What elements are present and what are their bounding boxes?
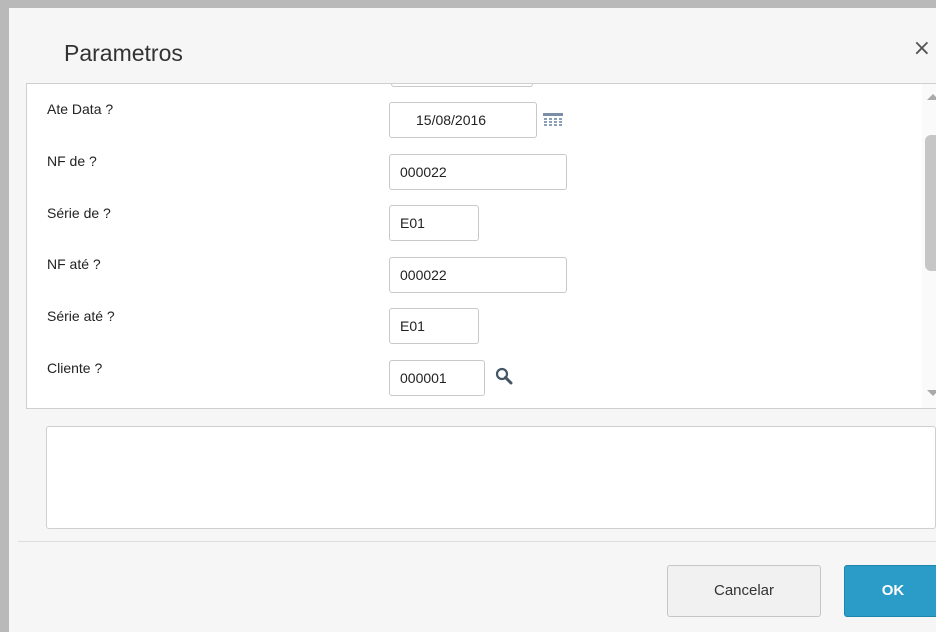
parameters-dialog: Parametros × Ate Data ? 15/08/2016 NF de… [0, 0, 936, 632]
form-scrollbar[interactable] [922, 84, 936, 408]
nf-de-label: NF de ? [47, 153, 97, 169]
cliente-label: Cliente ? [47, 360, 103, 376]
scroll-up-arrow-icon[interactable] [927, 94, 936, 100]
ate-data-label: Ate Data ? [47, 101, 114, 117]
nf-ate-label: NF até ? [47, 256, 101, 272]
serie-de-field[interactable]: E01 [389, 205, 479, 241]
ate-data-field[interactable]: 15/08/2016 [389, 102, 537, 138]
serie-ate-field[interactable]: E01 [389, 308, 479, 344]
nf-de-field[interactable]: 000022 [389, 154, 567, 190]
cancel-button[interactable]: Cancelar [667, 565, 821, 617]
ok-button[interactable]: OK [844, 565, 936, 617]
serie-ate-label: Série até ? [47, 308, 115, 324]
scroll-thumb[interactable] [925, 135, 936, 271]
dialog-title: Parametros [64, 40, 183, 66]
search-icon[interactable] [495, 367, 513, 390]
cliente-field[interactable]: 000001 [389, 360, 485, 396]
scroll-down-arrow-icon[interactable] [927, 390, 936, 396]
parameters-form[interactable]: Ate Data ? 15/08/2016 NF de ? 000022 Sér… [26, 83, 936, 409]
clipped-previous-field [391, 84, 533, 87]
calendar-icon[interactable] [543, 113, 563, 132]
dialog-header: Parametros × [18, 16, 936, 83]
serie-de-label: Série de ? [47, 205, 111, 221]
nf-ate-field[interactable]: 000022 [389, 257, 567, 293]
footer-divider [18, 541, 936, 542]
help-text-area [46, 426, 936, 529]
close-icon[interactable]: × [913, 38, 931, 60]
